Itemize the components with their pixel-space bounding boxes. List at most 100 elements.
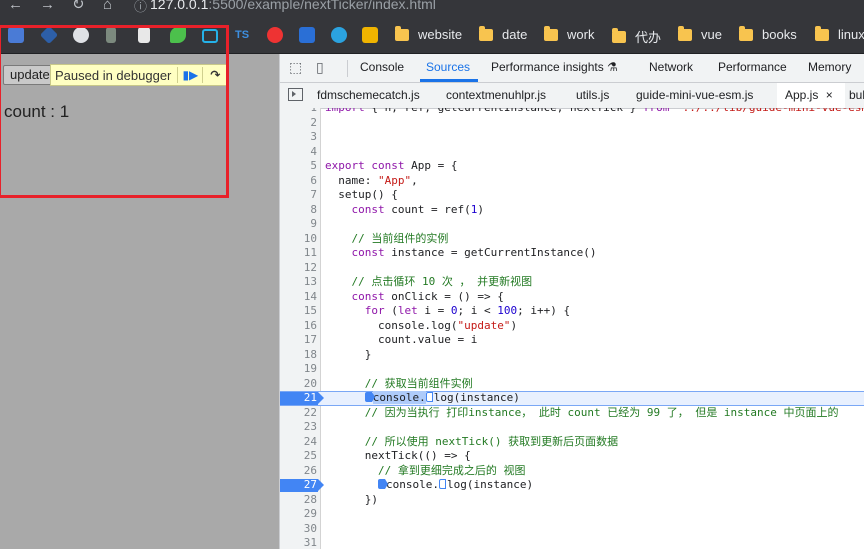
line-number[interactable]: 10: [280, 232, 317, 247]
line-number[interactable]: 9: [280, 217, 317, 232]
line-number[interactable]: 2: [280, 116, 317, 131]
line-number[interactable]: 14: [280, 290, 317, 305]
email-icon[interactable]: [299, 27, 315, 43]
code-line[interactable]: 23: [280, 420, 864, 435]
code-line[interactable]: 28 }): [280, 493, 864, 508]
line-number[interactable]: 30: [280, 522, 317, 537]
code-line[interactable]: 11 const instance = getCurrentInstance(): [280, 246, 864, 261]
line-number[interactable]: 12: [280, 261, 317, 276]
bookmark-folder-date[interactable]: date: [479, 25, 527, 42]
code-line[interactable]: 9: [280, 217, 864, 232]
line-number[interactable]: 13: [280, 275, 317, 290]
bookmark-folder-books[interactable]: books: [739, 25, 797, 42]
bookmark-folder-todo[interactable]: 代办: [612, 27, 661, 46]
line-number[interactable]: 22: [280, 406, 317, 421]
line-number[interactable]: 5: [280, 159, 317, 174]
code-line[interactable]: 25 nextTick(() => {: [280, 449, 864, 464]
line-number[interactable]: 21: [280, 391, 317, 406]
file-tab-utils[interactable]: utils.js: [576, 88, 609, 102]
code-line[interactable]: 10 // 当前组件的实例: [280, 232, 864, 247]
code-line[interactable]: 6 name: "App",: [280, 174, 864, 189]
line-number[interactable]: 19: [280, 362, 317, 377]
code-line[interactable]: 21 console. log(instance): [280, 391, 864, 406]
code-line[interactable]: 16 console.log("update"): [280, 319, 864, 334]
file-tab-fdmschemecatch[interactable]: fdmschemecatch.js: [317, 88, 420, 102]
code-line[interactable]: 2: [280, 116, 864, 131]
e-icon[interactable]: [362, 27, 378, 43]
line-number[interactable]: 4: [280, 145, 317, 160]
forward-arrow-icon[interactable]: →: [40, 0, 55, 12]
file-tab-guide-mini-vue[interactable]: guide-mini-vue-esm.js: [636, 88, 753, 102]
line-number[interactable]: 26: [280, 464, 317, 479]
line-number[interactable]: 20: [280, 377, 317, 392]
code-line[interactable]: 1 import { h, ref, getCurrentInstance, ne…: [280, 108, 864, 116]
code-line[interactable]: 4: [280, 145, 864, 160]
code-line[interactable]: 20 // 获取当前组件实例: [280, 377, 864, 392]
code-line[interactable]: 29: [280, 507, 864, 522]
device-toolbar-icon[interactable]: ▯: [316, 59, 324, 76]
bookmark-folder-linux[interactable]: linux: [815, 25, 864, 42]
code-line[interactable]: 24 // 所以使用 nextTick() 获取到更新后页面数据: [280, 435, 864, 450]
code-text: import { h, ref, getCurrentInstance, nex…: [325, 108, 864, 116]
code-line[interactable]: 15 for (let i = 0; i < 100; i++) {: [280, 304, 864, 319]
line-number[interactable]: 3: [280, 130, 317, 145]
site-info-icon[interactable]: ⓘ: [134, 0, 147, 15]
line-number[interactable]: 11: [280, 246, 317, 261]
line-number[interactable]: 8: [280, 203, 317, 218]
line-number[interactable]: 1: [280, 108, 317, 116]
code-line[interactable]: 5 export const App = {: [280, 159, 864, 174]
tab-performance-insights[interactable]: Performance insights ⚗: [491, 60, 618, 74]
bookmark-folder-work[interactable]: work: [544, 25, 594, 42]
line-number[interactable]: 25: [280, 449, 317, 464]
code-line[interactable]: 27 console. log(instance): [280, 478, 864, 493]
code-line[interactable]: 22 // 因为当执行 打印instance， 此时 count 已经为 99 …: [280, 406, 864, 421]
home-icon[interactable]: ⌂: [103, 0, 112, 12]
line-number[interactable]: 31: [280, 536, 317, 549]
line-number[interactable]: 7: [280, 188, 317, 203]
line-number[interactable]: 27: [280, 478, 317, 493]
file-tab-more[interactable]: bub: [849, 88, 864, 102]
code-line[interactable]: 18 }: [280, 348, 864, 363]
toggle-navigator-icon[interactable]: [288, 88, 303, 101]
bookmark-folder-website[interactable]: website: [395, 25, 462, 42]
line-number[interactable]: 16: [280, 319, 317, 334]
code-line[interactable]: 30: [280, 522, 864, 537]
address-bar[interactable]: 127.0.0.1:5500/example/nextTicker/index.…: [150, 0, 436, 12]
code-line[interactable]: 31: [280, 536, 864, 549]
line-number[interactable]: 24: [280, 435, 317, 450]
telegram-icon[interactable]: [331, 27, 347, 43]
code-line[interactable]: 19: [280, 362, 864, 377]
code-line[interactable]: 14 const onClick = () => {: [280, 290, 864, 305]
line-number[interactable]: 17: [280, 333, 317, 348]
line-number[interactable]: 15: [280, 304, 317, 319]
file-tab-contextmenuhlpr[interactable]: contextmenuhlpr.js: [446, 88, 546, 102]
code-line[interactable]: 26 // 拿到更细完成之后的 视图: [280, 464, 864, 479]
tab-performance[interactable]: Performance: [718, 60, 787, 74]
back-arrow-icon[interactable]: ←: [8, 0, 23, 12]
line-number[interactable]: 18: [280, 348, 317, 363]
code-line[interactable]: 13 // 点击循环 10 次 ， 并更新视图: [280, 275, 864, 290]
code-line[interactable]: 17 count.value = i: [280, 333, 864, 348]
ts-icon[interactable]: TS: [235, 29, 249, 41]
tab-sources[interactable]: Sources: [426, 60, 470, 74]
tab-console[interactable]: Console: [360, 60, 404, 74]
file-tab-app[interactable]: App.js ×: [785, 88, 833, 102]
line-number[interactable]: 23: [280, 420, 317, 435]
inspect-element-icon[interactable]: ⬚: [289, 59, 302, 76]
close-icon[interactable]: ×: [826, 88, 833, 102]
code-line[interactable]: 8 const count = ref(1): [280, 203, 864, 218]
reload-icon[interactable]: ↻: [72, 0, 85, 12]
code-line[interactable]: 7 setup() {: [280, 188, 864, 203]
code-text: name: "App",: [325, 173, 418, 187]
line-number[interactable]: 6: [280, 174, 317, 189]
code-text: // 因为当执行 打印instance， 此时 count 已经为 99 了， …: [364, 405, 839, 419]
code-line[interactable]: 3: [280, 130, 864, 145]
code-line[interactable]: 12: [280, 261, 864, 276]
bookmark-folder-vue[interactable]: vue: [678, 25, 722, 42]
tab-memory[interactable]: Memory: [808, 60, 851, 74]
line-number[interactable]: 29: [280, 507, 317, 522]
code-editor[interactable]: 1 import { h, ref, getCurrentInstance, ne…: [280, 108, 864, 549]
line-number[interactable]: 28: [280, 493, 317, 508]
chrome-icon[interactable]: [267, 27, 283, 43]
tab-network[interactable]: Network: [649, 60, 693, 74]
